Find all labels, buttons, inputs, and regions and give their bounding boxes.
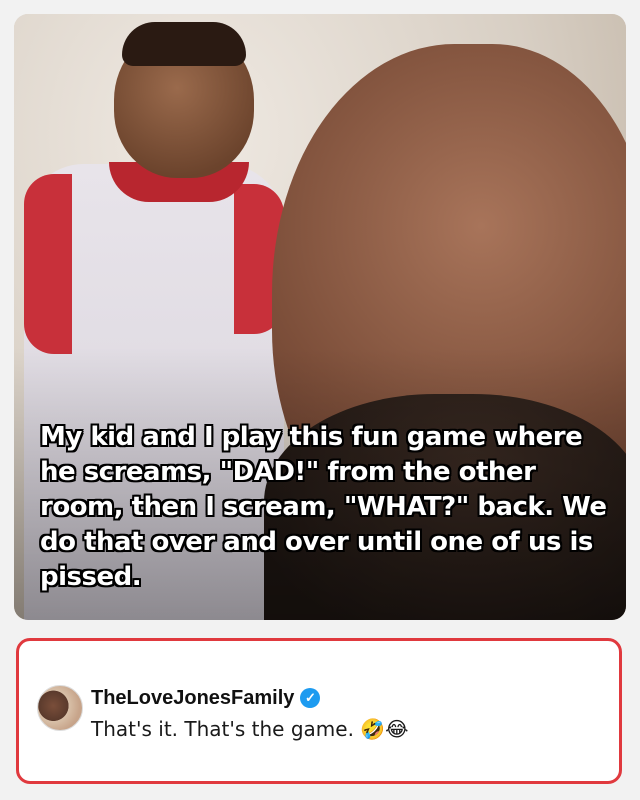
post-caption: My kid and I play this fun game where he… <box>40 422 607 592</box>
username-label[interactable]: TheLoveJonesFamily <box>91 687 294 709</box>
post-image: My kid and I play this fun game where he… <box>14 14 626 620</box>
avatar[interactable] <box>37 685 83 731</box>
comment-author[interactable]: TheLoveJonesFamily ✓ <box>91 687 321 710</box>
comment-text: That's it. That's the game. 🤣😂 <box>91 717 409 741</box>
verified-badge-icon: ✓ <box>300 688 321 708</box>
comment-card[interactable]: TheLoveJonesFamily ✓ That's it. That's th… <box>16 638 622 784</box>
